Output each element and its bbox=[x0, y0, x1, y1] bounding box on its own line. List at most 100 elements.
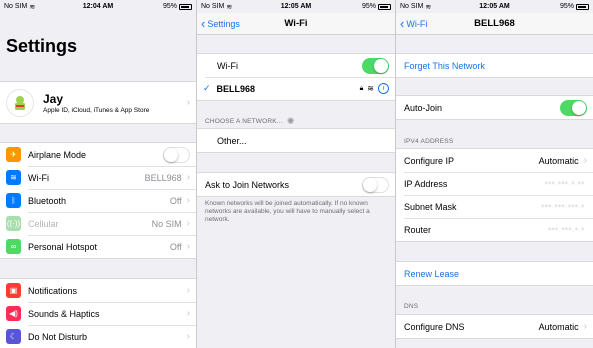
status-bar: No SIM ≋ 12:05 AM 95% bbox=[396, 0, 593, 13]
loading-spinner-icon: ✺ bbox=[286, 116, 295, 126]
sounds-row[interactable]: ◀) Sounds & Haptics › bbox=[0, 302, 196, 325]
subnet-mask-row: Subnet Mask ▪▪▪.▪▪▪.▪▪▪.▪ bbox=[396, 195, 593, 218]
configure-ip-label: Configure IP bbox=[404, 155, 455, 166]
forget-network-button[interactable]: Forget This Network bbox=[404, 61, 587, 71]
bluetooth-row[interactable]: ᛒ Bluetooth Off › bbox=[0, 189, 196, 212]
ask-join-footnote: Known networks will be joined automatica… bbox=[205, 200, 370, 224]
do-not-disturb-row[interactable]: ☾ Do Not Disturb › bbox=[0, 325, 196, 348]
cellular-icon: ((·)) bbox=[6, 216, 21, 231]
back-label: Wi-Fi bbox=[406, 18, 428, 29]
profile-card[interactable]: Jay Apple ID, iCloud, iTunes & App Store… bbox=[0, 81, 196, 124]
wifi-strength-icon: ≋ bbox=[367, 84, 374, 93]
back-button[interactable]: ‹ Wi-Fi bbox=[400, 16, 427, 31]
renew-group: Renew Lease bbox=[396, 261, 593, 286]
ip-address-redacted: ▪▪▪.▪▪▪.▪.▪▪ bbox=[544, 180, 585, 187]
back-label: Settings bbox=[207, 18, 240, 29]
notifications-icon: ▣ bbox=[6, 283, 21, 298]
wifi-signal-icon: ≋ bbox=[29, 3, 36, 11]
connectivity-group: ✈ Airplane Mode ≋ Wi-Fi BELL968 › ᛒ Blue… bbox=[0, 142, 196, 259]
dns-group: Configure DNS Automatic › bbox=[396, 314, 593, 339]
airplane-mode-toggle[interactable] bbox=[163, 146, 190, 163]
auto-join-label: Auto-Join bbox=[404, 102, 443, 113]
chevron-right-icon: › bbox=[186, 218, 190, 229]
configure-ip-value: Automatic bbox=[538, 155, 579, 166]
chevron-right-icon: › bbox=[186, 195, 190, 206]
chevron-left-icon: ‹ bbox=[400, 16, 405, 31]
forget-network-row[interactable]: Forget This Network bbox=[396, 54, 593, 77]
cellular-label: Cellular bbox=[28, 218, 59, 229]
avatar bbox=[6, 88, 34, 117]
status-bar: No SIM ≋ 12:04 AM 95% bbox=[0, 0, 196, 13]
cellular-row[interactable]: ((·)) Cellular No SIM › bbox=[0, 212, 196, 235]
configure-ip-row[interactable]: Configure IP Automatic › bbox=[396, 149, 593, 172]
carrier-label: No SIM bbox=[400, 3, 424, 10]
status-bar: No SIM ≋ 12:05 AM 95% bbox=[197, 0, 395, 13]
cellular-value: No SIM bbox=[151, 218, 182, 229]
battery-icon bbox=[576, 3, 589, 10]
sounds-label: Sounds & Haptics bbox=[28, 308, 100, 319]
sounds-icon: ◀) bbox=[6, 306, 21, 321]
wifi-toggle[interactable] bbox=[362, 57, 389, 74]
chevron-right-icon: › bbox=[186, 308, 190, 319]
auto-join-toggle[interactable] bbox=[560, 99, 587, 116]
renew-lease-row[interactable]: Renew Lease bbox=[396, 262, 593, 285]
router-label: Router bbox=[404, 224, 432, 235]
chevron-right-icon: › bbox=[186, 331, 190, 342]
personal-hotspot-label: Personal Hotspot bbox=[28, 241, 98, 252]
wifi-row[interactable]: ≋ Wi-Fi BELL968 › bbox=[0, 166, 196, 189]
wifi-signal-icon: ≋ bbox=[425, 3, 432, 11]
ipv4-group: Configure IP Automatic › IP Address ▪▪▪.… bbox=[396, 148, 593, 242]
renew-lease-button[interactable]: Renew Lease bbox=[404, 269, 587, 279]
chevron-right-icon: › bbox=[186, 241, 190, 252]
chevron-right-icon: › bbox=[186, 97, 190, 108]
airplane-mode-row: ✈ Airplane Mode bbox=[0, 143, 196, 166]
notifications-row[interactable]: ▣ Notifications › bbox=[0, 279, 196, 302]
chevron-right-icon: › bbox=[186, 285, 190, 296]
lock-icon: 🔒︎ bbox=[359, 84, 364, 92]
wifi-icon: ≋ bbox=[6, 170, 21, 185]
checkmark-icon: ✓ bbox=[203, 83, 211, 93]
connected-network-row[interactable]: ✓ BELL968 🔒︎ ≋ i bbox=[197, 77, 395, 100]
info-icon[interactable]: i bbox=[378, 83, 389, 94]
choose-network-header: CHOOSE A NETWORK... ✺ bbox=[205, 116, 295, 127]
personal-hotspot-row[interactable]: ∞ Personal Hotspot Off › bbox=[0, 235, 196, 258]
wifi-signal-icon: ≋ bbox=[226, 3, 233, 11]
profile-name: Jay bbox=[43, 91, 64, 106]
auto-join-group: Auto-Join bbox=[396, 95, 593, 120]
wifi-value: BELL968 bbox=[144, 172, 182, 183]
auto-join-row: Auto-Join bbox=[396, 96, 593, 119]
dns-header: DNS bbox=[404, 303, 419, 310]
wifi-toggle-row: Wi-Fi bbox=[197, 54, 395, 77]
notifications-label: Notifications bbox=[28, 285, 78, 296]
bluetooth-label: Bluetooth bbox=[28, 195, 67, 206]
network-detail-screen: No SIM ≋ 12:05 AM 95% ‹ Wi-Fi BELL968 Forg… bbox=[396, 0, 593, 348]
chevron-right-icon: › bbox=[583, 321, 587, 332]
forget-group: Forget This Network bbox=[396, 53, 593, 78]
nav-bar: ‹ Settings Wi-Fi bbox=[197, 13, 395, 35]
carrier-label: No SIM bbox=[201, 3, 225, 10]
router-row: Router ▪▪▪.▪▪▪.▪.▪ bbox=[396, 218, 593, 241]
ip-address-label: IP Address bbox=[404, 178, 448, 189]
other-network-row[interactable]: Other... bbox=[197, 129, 395, 152]
back-button[interactable]: ‹ Settings bbox=[201, 16, 240, 31]
airplane-icon: ✈ bbox=[6, 147, 21, 162]
battery-percent: 95% bbox=[559, 3, 574, 10]
configure-dns-label: Configure DNS bbox=[404, 321, 465, 332]
router-redacted: ▪▪▪.▪▪▪.▪.▪ bbox=[548, 226, 585, 233]
choose-network-label: CHOOSE A NETWORK... bbox=[205, 118, 283, 125]
wifi-label: Wi-Fi bbox=[217, 60, 238, 71]
android-avatar-icon bbox=[15, 95, 25, 110]
other-label: Other... bbox=[217, 135, 247, 146]
wifi-label: Wi-Fi bbox=[28, 172, 49, 183]
subnet-mask-redacted: ▪▪▪.▪▪▪.▪▪▪.▪ bbox=[541, 203, 585, 210]
configure-dns-row[interactable]: Configure DNS Automatic › bbox=[396, 315, 593, 338]
wifi-screen: No SIM ≋ 12:05 AM 95% ‹ Settings Wi-Fi Wi-… bbox=[197, 0, 395, 348]
bluetooth-value: Off bbox=[169, 195, 182, 206]
profile-subtitle: Apple ID, iCloud, iTunes & App Store bbox=[43, 106, 150, 114]
chevron-right-icon: › bbox=[186, 172, 190, 183]
ask-join-label: Ask to Join Networks bbox=[205, 179, 290, 190]
time-label: 12:04 AM bbox=[82, 3, 114, 10]
nav-bar: ‹ Wi-Fi BELL968 bbox=[396, 13, 593, 35]
ask-join-toggle[interactable] bbox=[362, 176, 389, 193]
subnet-mask-label: Subnet Mask bbox=[404, 201, 457, 212]
